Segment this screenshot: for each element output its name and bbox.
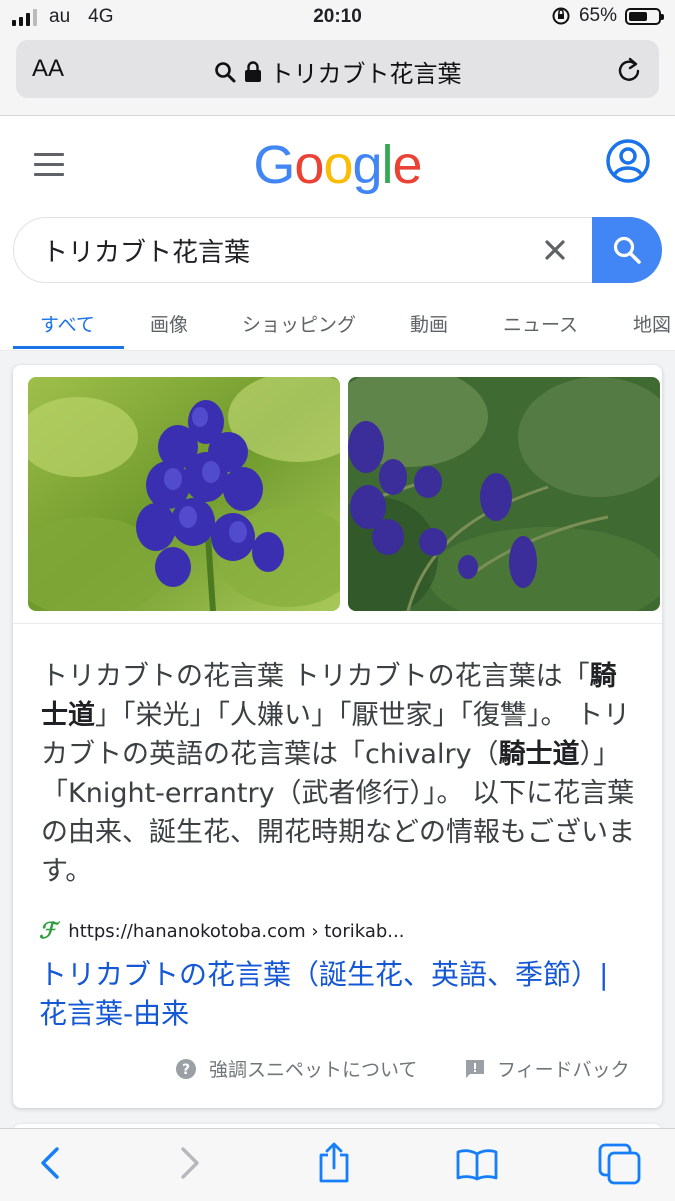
tab-images[interactable]: 画像 (150, 310, 188, 337)
reload-icon[interactable] (617, 56, 643, 84)
about-snippet-link[interactable]: ? 強調スニペットについて (175, 1055, 417, 1082)
search-icon (214, 61, 235, 82)
tabs-icon[interactable] (598, 1143, 642, 1185)
tab-news[interactable]: ニュース (503, 310, 578, 337)
url-display[interactable]: トリカブト花言葉 (16, 54, 659, 89)
svg-text:?: ? (182, 1062, 190, 1078)
lock-icon (244, 60, 261, 82)
site-favicon-icon: ℱ (39, 918, 57, 944)
browser-bottom-toolbar (0, 1128, 675, 1201)
active-tab-indicator (13, 346, 124, 349)
snippet-segment: トリカブトの花言葉 トリカブトの花言葉は (41, 661, 563, 692)
snippet-segment: 「 (562, 661, 590, 692)
snippet-highlight: 騎士道 (498, 739, 580, 770)
image-carousel[interactable] (13, 365, 662, 624)
logo-letter: e (392, 135, 423, 195)
snippet-text: トリカブトの花言葉 トリカブトの花言葉は「騎士道」「栄光」「人嫌い」「厭世家」「… (41, 657, 641, 891)
result-title-link[interactable]: トリカブトの花言葉（誕生花、英語、季節）| 花言葉-由来 (39, 955, 639, 1033)
tab-all[interactable]: すべて (40, 310, 95, 337)
tab-maps[interactable]: 地図 (633, 310, 671, 337)
tab-shopping[interactable]: ショッピング (242, 310, 356, 337)
about-snippet-label: 強調スニペットについて (209, 1059, 418, 1081)
search-box[interactable]: トリカブト花言葉 (13, 217, 662, 283)
url-text: トリカブト花言葉 (269, 60, 462, 88)
tab-videos[interactable]: 動画 (410, 310, 448, 337)
status-right: 65% (551, 5, 664, 27)
result-url: https://hananokotoba.com › torikab... (68, 920, 405, 942)
address-bar[interactable]: AA トリカブト花言葉 (16, 40, 659, 98)
account-icon[interactable] (605, 138, 651, 184)
search-tabs: すべて 画像 ショッピング 動画 ニュース 地図 (0, 302, 675, 351)
search-input[interactable]: トリカブト花言葉 (42, 232, 250, 269)
help-icon: ? (176, 1058, 196, 1079)
orientation-lock-icon (552, 7, 570, 25)
feedback-icon (466, 1059, 484, 1078)
logo-letter: G (253, 135, 295, 195)
battery-icon (625, 7, 664, 25)
featured-snippet-card: トリカブトの花言葉 トリカブトの花言葉は「騎士道」「栄光」「人嫌い」「厭世家」「… (13, 365, 662, 1108)
back-icon[interactable] (38, 1145, 62, 1181)
status-bar: au 4G 20:10 65% (0, 0, 675, 36)
flower-image[interactable] (348, 377, 660, 611)
clear-icon[interactable] (543, 238, 567, 262)
flower-image[interactable] (28, 377, 340, 611)
browser-toolbar: AA トリカブト花言葉 (0, 36, 675, 116)
feedback-link[interactable]: フィードバック (465, 1055, 630, 1082)
battery-percent: 65% (578, 5, 617, 26)
share-icon[interactable] (316, 1141, 352, 1183)
google-header: Google トリカブト花言葉 すべて 画像 ショッピング 動画 ニュース 地図 (0, 116, 675, 351)
feedback-label: フィードバック (497, 1059, 630, 1081)
logo-letter: l (381, 135, 394, 195)
logo-letter: g (352, 135, 383, 195)
search-icon (613, 236, 641, 264)
battery-fill (629, 11, 648, 21)
search-button[interactable] (592, 217, 662, 283)
forward-icon[interactable] (178, 1145, 202, 1181)
bookmarks-icon[interactable] (456, 1147, 498, 1181)
logo-letter: o (323, 135, 353, 195)
result-source[interactable]: ℱ https://hananokotoba.com › torikab... (39, 918, 404, 944)
google-logo[interactable]: Google (0, 134, 675, 196)
logo-letter: o (294, 135, 324, 195)
